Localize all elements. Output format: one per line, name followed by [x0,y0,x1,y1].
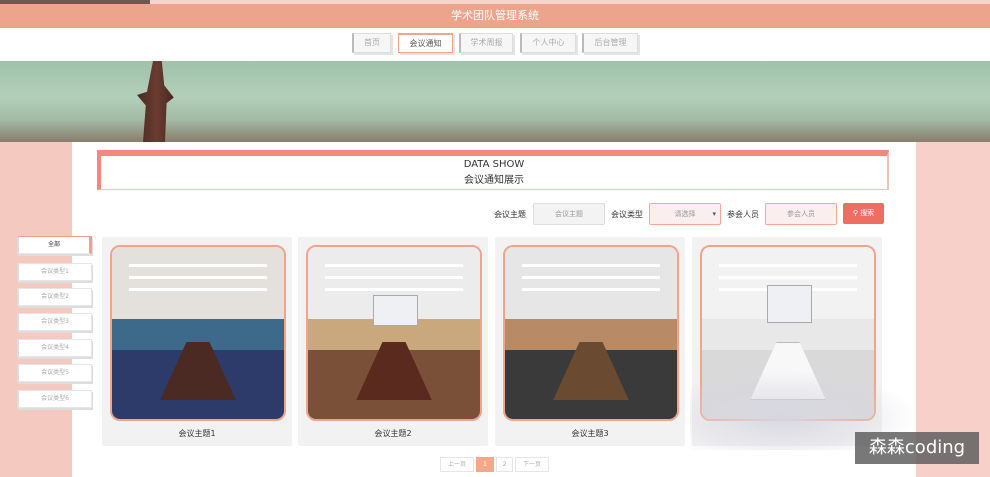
category-4[interactable]: 会议类型4 [17,339,92,357]
right-decor [916,142,990,477]
search-icon: ⚲ [852,209,858,217]
nav-personal-center[interactable]: 个人中心 [520,33,576,53]
topic-label: 会议主题 [494,210,526,219]
nav-weekly-report[interactable]: 学术周报 [459,33,513,53]
next-page-button[interactable]: 下一页 [515,457,549,472]
page-1-button[interactable]: 1 [476,457,494,472]
app-title: 学术团队管理系统 [0,4,990,28]
category-5[interactable]: 会议类型5 [17,364,92,382]
section-title-en: DATA SHOW [463,159,525,170]
section-title-cn: 会议通知展示 [464,175,524,186]
meeting-title: 会议主题1 [178,429,216,438]
meeting-title: 会议主题3 [571,429,609,438]
watermark-text: 森森coding [855,432,979,464]
category-1[interactable]: 会议类型1 [17,263,92,281]
category-3[interactable]: 会议类型3 [17,313,92,331]
search-button-label: 搜索 [860,209,875,217]
page-2-button[interactable]: 2 [496,457,513,472]
type-select[interactable]: 请选择 ▾ [649,203,721,225]
meeting-photo [306,245,482,421]
category-2[interactable]: 会议类型2 [17,288,92,306]
nav-home[interactable]: 首页 [352,33,391,53]
chevron-down-icon: ▾ [712,210,716,218]
meeting-card[interactable]: 会议主题3 [495,237,685,446]
tree-trunk [137,61,174,142]
meeting-title: 会议主题2 [374,429,412,438]
prev-page-button[interactable]: 上一页 [440,457,474,472]
section-header: DATA SHOW 会议通知展示 [97,150,889,190]
meeting-photo [110,245,286,421]
meeting-card[interactable]: 会议主题2 [298,237,488,446]
nav-bar: 首页 会议通知 学术周报 个人中心 后台管理 [0,28,990,61]
search-button[interactable]: ⚲ 搜索 [843,203,884,224]
category-6[interactable]: 会议类型6 [17,390,92,408]
topic-input[interactable]: 会议主题 [533,203,605,225]
type-select-value: 请选择 [674,210,696,218]
attendee-label: 参会人员 [727,210,759,219]
left-decor [0,142,72,477]
nav-admin[interactable]: 后台管理 [582,33,638,53]
type-label: 会议类型 [611,210,643,219]
meeting-photo [503,245,679,421]
nav-meeting-notice[interactable]: 会议通知 [398,33,453,53]
attendee-input[interactable]: 参会人员 [765,203,837,225]
banner-image [0,61,990,142]
category-all[interactable]: 全部 [17,236,92,254]
meeting-card[interactable]: 会议主题1 [102,237,292,446]
